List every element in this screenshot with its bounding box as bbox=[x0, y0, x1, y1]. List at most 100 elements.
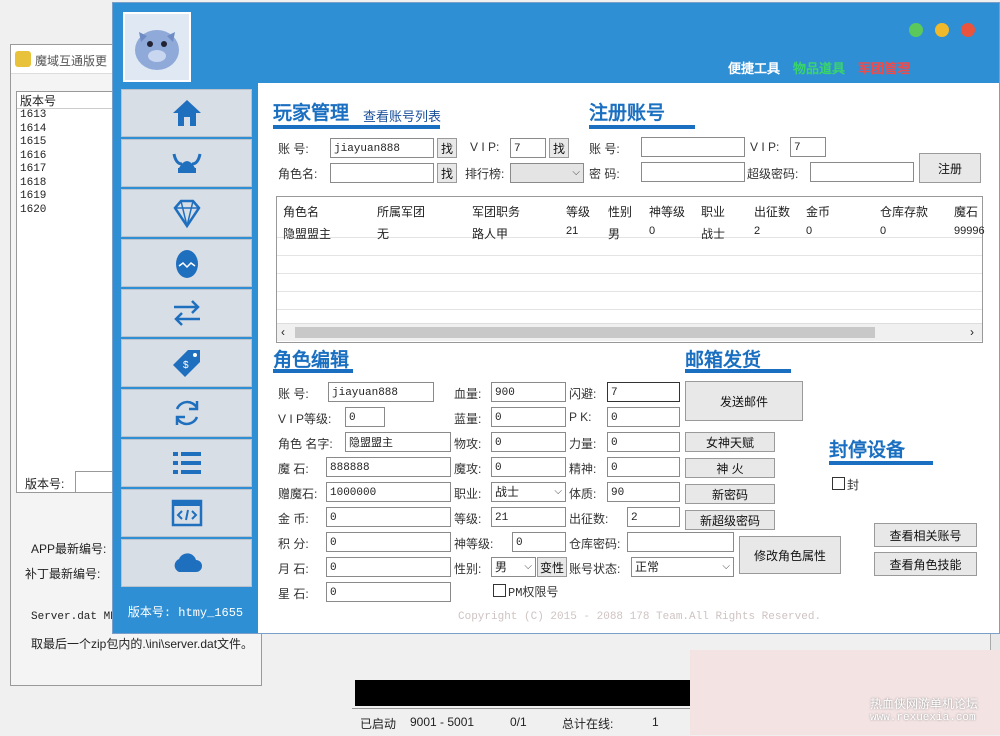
edit-name-input[interactable]: 隐盟盟主 bbox=[345, 432, 451, 452]
goddess-talent-button[interactable]: 女神天赋 bbox=[685, 432, 775, 452]
maximize-dot[interactable] bbox=[909, 23, 923, 37]
col-header[interactable]: 仓库存款 bbox=[880, 203, 928, 220]
rank-select[interactable]: ⌵ bbox=[510, 163, 584, 183]
title-underline bbox=[829, 461, 933, 465]
star-stone-input[interactable]: 0 bbox=[326, 582, 451, 602]
register-button[interactable]: 注册 bbox=[919, 153, 981, 183]
nav-helmet[interactable] bbox=[121, 139, 252, 187]
patk-input[interactable]: 0 bbox=[491, 432, 566, 452]
divine-fire-button[interactable]: 神 火 bbox=[685, 458, 775, 478]
nav-code[interactable] bbox=[121, 489, 252, 537]
nav-transfer[interactable] bbox=[121, 289, 252, 337]
list-item[interactable]: 1620 bbox=[17, 204, 117, 218]
list-item[interactable]: 1617 bbox=[17, 163, 117, 177]
warehouse-password-input[interactable] bbox=[627, 532, 734, 552]
gold-input[interactable]: 0 bbox=[326, 507, 451, 527]
list-item[interactable]: 1618 bbox=[17, 177, 117, 191]
nav-list[interactable] bbox=[121, 439, 252, 487]
edit-vip-input[interactable]: 0 bbox=[345, 407, 385, 427]
physique-input[interactable]: 90 bbox=[607, 482, 680, 502]
col-header[interactable]: 性别 bbox=[608, 203, 632, 220]
gift-stone-input[interactable]: 1000000 bbox=[326, 482, 451, 502]
matk-label: 魔攻: bbox=[454, 462, 482, 476]
job-select[interactable]: 战士 ⌵ bbox=[491, 482, 566, 502]
magic-stone-input[interactable]: 888888 bbox=[326, 457, 451, 477]
col-header[interactable]: 神等级 bbox=[649, 203, 685, 220]
find-vip-button[interactable]: 找 bbox=[549, 138, 569, 158]
vip-input[interactable]: 7 bbox=[510, 138, 546, 158]
god-level-input[interactable]: 0 bbox=[512, 532, 566, 552]
scroll-left-icon[interactable]: ‹ bbox=[281, 325, 285, 339]
view-account-list-link[interactable]: 查看账号列表 bbox=[363, 106, 441, 125]
reg-password-input[interactable] bbox=[641, 162, 745, 182]
find-account-button[interactable]: 找 bbox=[437, 138, 457, 158]
col-header[interactable]: 职业 bbox=[701, 203, 725, 220]
copyright-footer: Copyright (C) 2015 - 2088 178 Team.All R… bbox=[458, 611, 822, 623]
reg-super-password-label: 超级密码: bbox=[747, 167, 799, 181]
expedition-input[interactable]: 2 bbox=[627, 507, 680, 527]
list-item[interactable]: 1616 bbox=[17, 150, 117, 164]
close-dot[interactable] bbox=[961, 23, 975, 37]
gm-checkbox[interactable] bbox=[493, 584, 506, 597]
moon-stone-input[interactable]: 0 bbox=[326, 557, 451, 577]
col-header[interactable]: 金币 bbox=[806, 203, 830, 220]
reg-super-password-input[interactable] bbox=[810, 162, 914, 182]
list-item[interactable]: 1615 bbox=[17, 136, 117, 150]
mp-input[interactable]: 0 bbox=[491, 407, 566, 427]
link-corps[interactable]: 军团管理 bbox=[858, 58, 910, 77]
nav-cloud[interactable] bbox=[121, 539, 252, 587]
nav-refresh[interactable] bbox=[121, 389, 252, 437]
col-header[interactable]: 角色名 bbox=[283, 203, 319, 220]
cell: 路人甲 bbox=[472, 227, 509, 241]
ban-checkbox[interactable] bbox=[832, 477, 845, 490]
power-input[interactable]: 0 bbox=[607, 432, 680, 452]
horizontal-scrollbar[interactable]: ‹ › bbox=[277, 323, 982, 341]
gender-select[interactable]: 男 ⌵ bbox=[491, 557, 536, 577]
minimize-dot[interactable] bbox=[935, 23, 949, 37]
account-input[interactable]: jiayuan888 bbox=[330, 138, 434, 158]
role-name-input[interactable] bbox=[330, 163, 434, 183]
spirit-input[interactable]: 0 bbox=[607, 457, 680, 477]
link-items[interactable]: 物品道具 bbox=[793, 58, 845, 77]
home-icon bbox=[172, 100, 201, 126]
points-input[interactable]: 0 bbox=[326, 532, 451, 552]
dodge-input[interactable]: 7 bbox=[607, 382, 680, 402]
level-input[interactable]: 21 bbox=[491, 507, 566, 527]
change-gender-button[interactable]: 变性 bbox=[537, 557, 567, 577]
nav-egg[interactable] bbox=[121, 239, 252, 287]
reg-vip-input[interactable]: 7 bbox=[790, 137, 826, 157]
view-related-accounts-button[interactable]: 查看相关账号 bbox=[874, 523, 977, 547]
list-item[interactable]: 1614 bbox=[17, 123, 117, 137]
nav-price-tag[interactable]: $ bbox=[121, 339, 252, 387]
modify-role-button[interactable]: 修改角色属性 bbox=[739, 536, 841, 574]
nav-diamond[interactable] bbox=[121, 189, 252, 237]
send-mail-button[interactable]: 发送邮件 bbox=[685, 381, 803, 421]
view-role-skills-button[interactable]: 查看角色技能 bbox=[874, 552, 977, 576]
scroll-right-icon[interactable]: › bbox=[970, 325, 974, 339]
version-list[interactable]: 版本号 1613 1614 1615 1616 1617 1618 1619 1… bbox=[16, 91, 118, 493]
list-header[interactable]: 版本号 bbox=[17, 92, 117, 109]
col-header[interactable]: 等级 bbox=[566, 203, 590, 220]
find-role-button[interactable]: 找 bbox=[437, 163, 457, 183]
matk-input[interactable]: 0 bbox=[491, 457, 566, 477]
scroll-thumb[interactable] bbox=[295, 327, 875, 338]
col-header[interactable]: 所属军团 bbox=[377, 203, 425, 220]
hp-input[interactable]: 900 bbox=[491, 382, 566, 402]
list-item[interactable]: 1613 bbox=[17, 109, 117, 123]
nav-home[interactable] bbox=[121, 89, 252, 137]
new-super-password-button[interactable]: 新超级密码 bbox=[685, 510, 775, 530]
new-password-button[interactable]: 新密码 bbox=[685, 484, 775, 504]
link-tools[interactable]: 便捷工具 bbox=[728, 58, 780, 77]
pk-input[interactable]: 0 bbox=[607, 407, 680, 427]
col-header[interactable]: 军团职务 bbox=[472, 203, 520, 220]
list-item[interactable]: 1619 bbox=[17, 190, 117, 204]
col-header[interactable]: 出征数 bbox=[754, 203, 790, 220]
col-header[interactable]: 魔石 bbox=[954, 203, 978, 220]
edit-account-input[interactable]: jiayuan888 bbox=[328, 382, 434, 402]
god-level-label: 神等级: bbox=[454, 537, 494, 551]
star-stone-label: 星 石: bbox=[278, 587, 309, 601]
reg-account-input[interactable] bbox=[641, 137, 745, 157]
bg-version-input[interactable] bbox=[75, 471, 117, 493]
title-underline bbox=[685, 369, 791, 373]
account-status-select[interactable]: 正常 ⌵ bbox=[631, 557, 734, 577]
